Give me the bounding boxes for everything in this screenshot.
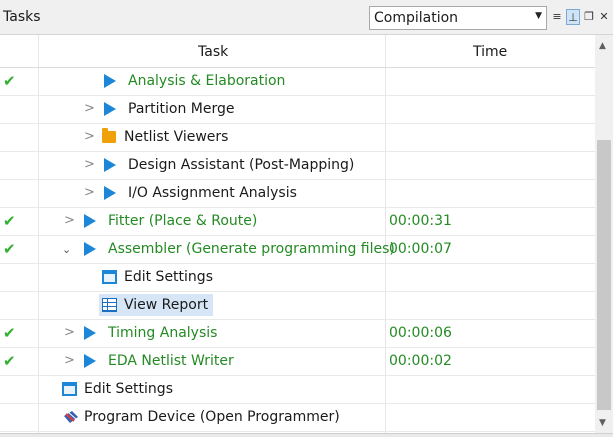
list-icon[interactable]: ≡	[550, 9, 564, 25]
tasks-tree-table: Task Time ✔ Analysis & Elaboration > Partit…	[0, 35, 595, 433]
play-icon[interactable]	[84, 326, 96, 340]
task-time: 00:00:06	[389, 325, 452, 341]
task-time: 00:00:02	[389, 353, 452, 369]
task-label: Partition Merge	[128, 101, 235, 117]
table-row[interactable]: Program Device (Open Programmer)	[0, 404, 595, 432]
table-row[interactable]: Edit Settings	[0, 376, 595, 404]
restore-icon[interactable]: ❐	[582, 9, 596, 25]
task-label: Edit Settings	[124, 269, 213, 285]
programmer-icon	[64, 411, 78, 423]
settings-icon	[102, 270, 117, 284]
check-icon: ✔	[3, 212, 16, 230]
table-row[interactable]: ✔ > Timing Analysis 00:00:06	[0, 320, 595, 348]
task-label: Analysis & Elaboration	[128, 73, 286, 89]
play-icon[interactable]	[84, 214, 96, 228]
chevron-right-icon[interactable]: >	[64, 325, 75, 340]
table-row[interactable]: ✔ > EDA Netlist Writer 00:00:02	[0, 348, 595, 376]
chevron-right-icon[interactable]: >	[84, 101, 95, 116]
play-icon[interactable]	[84, 354, 96, 368]
settings-icon	[62, 382, 77, 396]
play-icon[interactable]	[104, 102, 116, 116]
play-icon[interactable]	[104, 186, 116, 200]
table-row[interactable]: View Report	[0, 292, 595, 320]
tasks-panel-titlebar: Tasks Compilation ▼ ≡ ⊥ ❐ ✕	[0, 0, 613, 35]
scrollbar-thumb[interactable]	[597, 140, 611, 410]
task-label: Fitter (Place & Route)	[108, 213, 258, 229]
task-label: Netlist Viewers	[124, 129, 229, 145]
table-row[interactable]: Edit Settings	[0, 264, 595, 292]
chevron-right-icon[interactable]: >	[84, 185, 95, 200]
chevron-right-icon[interactable]: >	[64, 353, 75, 368]
table-row[interactable]: ✔ Analysis & Elaboration	[0, 68, 595, 96]
task-label: View Report	[124, 297, 209, 313]
table-row[interactable]: > Design Assistant (Post-Mapping)	[0, 152, 595, 180]
chevron-down-icon[interactable]: ⌄	[62, 243, 71, 256]
check-icon: ✔	[3, 240, 16, 258]
play-icon[interactable]	[84, 242, 96, 256]
task-label: Program Device (Open Programmer)	[84, 409, 340, 425]
column-header-time[interactable]: Time	[473, 44, 507, 60]
table-row[interactable]: > Partition Merge	[0, 96, 595, 124]
column-header-task[interactable]: Task	[198, 44, 228, 60]
chevron-down-icon: ▼	[535, 11, 542, 21]
table-header: Task Time	[0, 35, 595, 68]
task-label: I/O Assignment Analysis	[128, 185, 297, 201]
close-icon[interactable]: ✕	[597, 9, 611, 25]
task-label: Assembler (Generate programming files)	[108, 241, 395, 257]
chevron-right-icon[interactable]: >	[84, 157, 95, 172]
flow-select[interactable]: Compilation ▼	[369, 6, 547, 30]
task-label: Edit Settings	[84, 381, 173, 397]
task-label: EDA Netlist Writer	[108, 353, 234, 369]
task-time: 00:00:31	[389, 213, 452, 229]
check-icon: ✔	[3, 352, 16, 370]
flow-select-value: Compilation	[374, 10, 459, 26]
task-label: Timing Analysis	[108, 325, 218, 341]
scroll-down-arrow-icon[interactable]: ▼	[599, 418, 606, 428]
scroll-up-arrow-icon[interactable]: ▲	[599, 41, 606, 51]
table-row[interactable]: ✔ ⌄ Assembler (Generate programming files)…	[0, 236, 595, 264]
task-time: 00:00:07	[389, 241, 452, 257]
play-icon[interactable]	[104, 74, 116, 88]
table-row[interactable]: ✔ > Fitter (Place & Route) 00:00:31	[0, 208, 595, 236]
check-icon: ✔	[3, 72, 16, 90]
check-icon: ✔	[3, 324, 16, 342]
panel-title: Tasks	[3, 9, 41, 25]
chevron-right-icon[interactable]: >	[84, 129, 95, 144]
table-row[interactable]: > Netlist Viewers	[0, 124, 595, 152]
pin-icon[interactable]: ⊥	[566, 9, 580, 25]
task-label: Design Assistant (Post-Mapping)	[128, 157, 355, 173]
play-icon[interactable]	[104, 158, 116, 172]
report-icon	[102, 298, 117, 312]
chevron-right-icon[interactable]: >	[64, 213, 75, 228]
horizontal-scrollbar[interactable]	[0, 433, 613, 437]
vertical-scrollbar[interactable]: ▲ ▼	[595, 35, 613, 433]
folder-icon	[102, 128, 116, 143]
table-row[interactable]: > I/O Assignment Analysis	[0, 180, 595, 208]
